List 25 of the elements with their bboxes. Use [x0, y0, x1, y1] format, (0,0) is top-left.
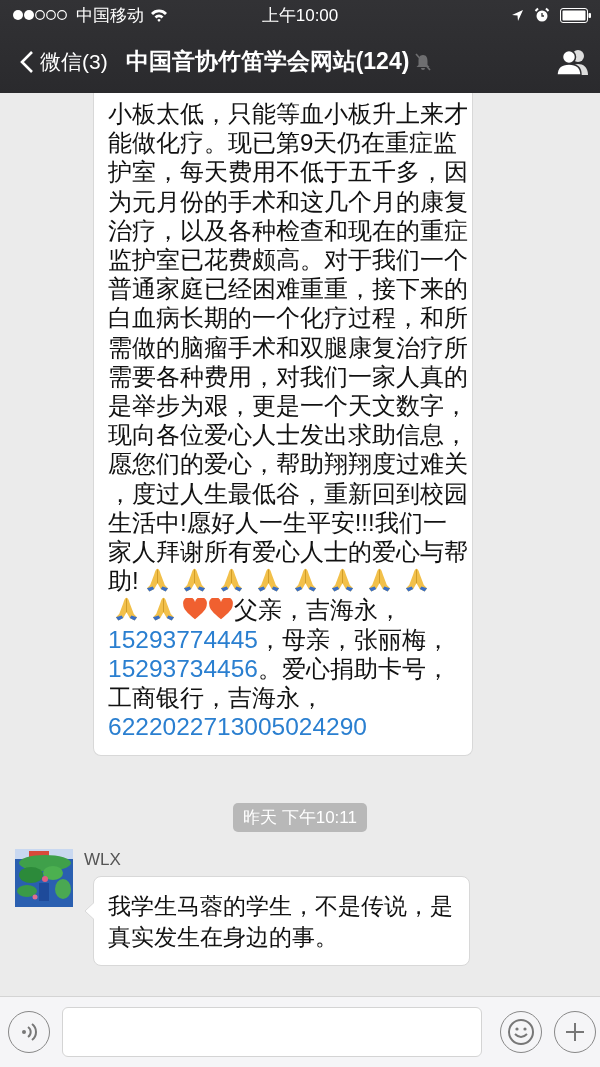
heart-icon	[208, 598, 234, 621]
wifi-icon	[150, 8, 168, 22]
location-arrow-icon	[511, 8, 524, 22]
phone-link[interactable]: 6222022713005024290	[108, 713, 367, 741]
message-text: 小板太低，只能等血小板升上来才能做化疗。现已第9天仍在重症监护室，每天费用不低于五千多，因为元月份的手术和这几个月的康复治疗，以及各种检查和现在的重症监护室已花费颇高。对于我们一个普通家庭已经困难重重，接下来的白血病长期的一个化疗过程，和所需做的脑瘤手术和双腿康复治疗所需要各种费用，对我们一家人真的是举步为艰，更是一个天文数字，现向各位爱心人士发出求助信息，愿您们的爱心，帮助翔翔度过难关，度过人生最低谷，重新回到校园生活中!愿好人一生平安!!!我们一家人拜谢所有爱心人士的爱心与帮助! 父亲，吉海永， 15293774445，母亲，张丽梅， 15293734456。爱心捐助卡号，工商银行，吉海永， 6222022713005024290	[108, 99, 469, 742]
alarm-clock-icon	[534, 7, 550, 23]
group-members-icon	[556, 47, 590, 76]
timestamp-label: 昨天 下午10:11	[233, 803, 367, 833]
message-input-field[interactable]	[62, 1007, 482, 1057]
chat-title: 中国音协竹笛学会网站(124)	[125, 47, 410, 76]
chevron-left-icon	[20, 49, 34, 74]
smiley-icon	[507, 1018, 535, 1046]
heart-icon	[182, 598, 208, 621]
message-text: 我学生马蓉的学生，不是传说，是真实发生在身边的事。	[108, 892, 454, 953]
battery-icon	[560, 7, 592, 23]
plus-icon	[564, 1021, 586, 1043]
phone-link[interactable]: 15293774445	[108, 625, 258, 653]
voice-icon	[21, 1022, 37, 1042]
sender-name: WLX	[84, 850, 122, 871]
back-button[interactable]: 微信(3)	[20, 47, 108, 76]
group-members-button[interactable]	[556, 47, 590, 76]
carrier-name: 中国移动	[76, 4, 144, 27]
clock-time: 上午10:00	[261, 4, 339, 27]
phone-link[interactable]: 15293734456	[108, 654, 258, 682]
signal-icon	[12, 9, 70, 21]
